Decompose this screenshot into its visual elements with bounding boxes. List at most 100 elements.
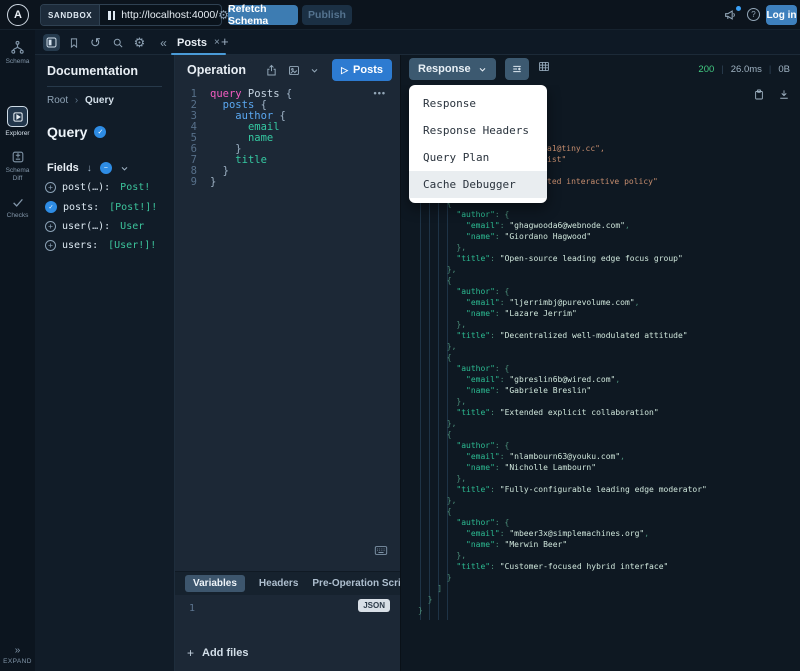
endpoint-url[interactable]: http://localhost:4000/ [121, 9, 218, 21]
add-files-button[interactable]: + Add files [175, 635, 400, 671]
operation-menu-icon[interactable]: ••• [374, 88, 386, 98]
plus-icon: + [187, 646, 195, 660]
json-line: } [427, 595, 433, 604]
json-line: { [446, 276, 452, 285]
json-line: "email": "ljerrimbj@purevolume.com", [466, 298, 640, 307]
pause-polling-icon[interactable] [108, 10, 116, 20]
json-line: "title": "Extended explicit collaboratio… [456, 408, 659, 417]
bottom-tab-variables[interactable]: Variables [185, 575, 245, 592]
format-response-icon[interactable] [505, 58, 529, 80]
explorer-settings-gear-icon[interactable]: ⚙ [131, 34, 148, 51]
collapse-panel-icon[interactable]: « [155, 34, 172, 51]
apollo-logo[interactable]: A [7, 4, 29, 26]
collapse-fields-chevron-icon[interactable] [120, 164, 129, 173]
bottom-tab-headers[interactable]: Headers [259, 578, 298, 589]
sidebar-item-checks[interactable]: Checks [0, 195, 35, 220]
json-line: "author": { [456, 287, 510, 296]
download-response-icon[interactable] [778, 88, 790, 101]
json-line: "title": "Decentralized well-modulated a… [456, 331, 688, 340]
code-line: 2 posts { [190, 99, 267, 111]
sidebar-item-schema-diff[interactable]: Schema Diff [0, 150, 35, 183]
json-line: ] [437, 584, 443, 593]
code-line: 8 } [190, 165, 229, 177]
operation-panel: Operation ▷ Posts 1 query Posts {2 posts … [175, 55, 400, 671]
run-history-icon[interactable]: ↺ [87, 34, 104, 51]
breadcrumb: Root › Query [35, 87, 174, 106]
field-row-user[interactable]: + user(…): User [35, 217, 174, 236]
search-icon[interactable] [109, 34, 126, 51]
keyboard-shortcuts-icon[interactable] [374, 545, 388, 556]
json-line: "email": "gbreslin6b@wired.com", [466, 375, 621, 384]
json-line: }, [446, 496, 457, 505]
json-line: }, [446, 342, 457, 351]
json-line: "name": "Giordano Hagwood" [466, 232, 592, 241]
json-line: "email": "ghagwooda6@webnode.com", [466, 221, 630, 230]
json-line: "title": "Fully-configurable leading edg… [456, 485, 707, 494]
field-selected-check-icon[interactable]: ✓ [45, 201, 57, 213]
expand-chevrons-icon: » [14, 645, 21, 656]
new-tab-button[interactable]: + [221, 34, 229, 49]
operation-code-editor[interactable]: 1 query Posts {2 posts {3 author {4 email… [175, 85, 400, 571]
variables-editor[interactable]: 1 JSON [175, 595, 400, 635]
add-field-icon[interactable]: + [45, 221, 56, 232]
field-row-users[interactable]: + users: [User!]! [35, 236, 174, 255]
publish-button[interactable]: Publish [302, 5, 352, 25]
schema-diff-icon [0, 150, 35, 164]
endpoint-url-bar[interactable]: SANDBOX http://localhost:4000/ ⚙ [40, 4, 229, 26]
operation-bottom-tabs: VariablesHeadersPre-Operation ScriptPost… [175, 571, 400, 595]
close-tab-icon[interactable]: × [214, 37, 220, 48]
add-field-icon[interactable]: + [45, 240, 56, 251]
run-options-chevron-icon[interactable] [310, 66, 319, 75]
json-line: } [418, 606, 423, 615]
app: { "topbar": { "logo_letter": "A", "sandb… [0, 0, 800, 671]
top-bar: A SANDBOX http://localhost:4000/ ⚙ Refet… [0, 0, 800, 30]
add-field-icon[interactable]: + [45, 182, 56, 193]
explorer-toolbar: ↺ ⚙ « Posts × + [35, 30, 800, 55]
help-icon[interactable]: ? [747, 8, 760, 21]
dropdown-item-response[interactable]: Response [409, 90, 547, 117]
json-mode-badge[interactable]: JSON [358, 599, 390, 612]
sidebar-item-schema[interactable]: Schema [0, 40, 35, 66]
dropdown-item-response-headers[interactable]: Response Headers [409, 117, 547, 144]
sidebar-item-explorer[interactable]: Explorer [0, 106, 35, 138]
json-line: "title": "Open-source leading edge focus… [456, 254, 683, 263]
announcements-icon[interactable] [723, 8, 737, 22]
checks-icon [0, 195, 35, 209]
field-row-post[interactable]: + post(…): Post! [35, 178, 174, 197]
schema-branch-icon [0, 40, 35, 55]
sort-arrow-icon[interactable]: ↓ [87, 163, 92, 174]
saved-operations-bookmark-icon[interactable] [65, 34, 82, 51]
json-line: "author": { [456, 441, 510, 450]
dropdown-item-query-plan[interactable]: Query Plan [409, 144, 547, 171]
json-line: "author": { [456, 518, 510, 527]
field-row-posts[interactable]: ✓ posts: [Post!]! [35, 197, 174, 217]
table-view-icon[interactable] [537, 60, 551, 73]
breadcrumb-root[interactable]: Root [47, 95, 68, 106]
dropdown-item-cache-debugger[interactable]: Cache Debugger [409, 171, 547, 198]
type-selected-check-icon: ✓ [94, 126, 107, 138]
json-line: { [446, 430, 452, 439]
json-line: "title": "Customer-focused hybrid interf… [456, 562, 669, 571]
json-line: "name": "Merwin Beer" [466, 540, 568, 549]
json-line: }, [446, 419, 457, 428]
json-line: "name": "Lazare Jerrim" [466, 309, 577, 318]
run-operation-button[interactable]: ▷ Posts [332, 59, 392, 81]
copy-response-icon[interactable] [753, 88, 765, 101]
response-json-viewer[interactable]: {"data": {"posts": [{"author": {a1@tiny.… [401, 85, 800, 671]
bottom-tab-pre-operation-script[interactable]: Pre-Operation Script [312, 578, 400, 589]
documentation-panel: Documentation Root › Query Query ✓ Field… [35, 55, 175, 671]
share-operation-icon[interactable] [265, 64, 278, 77]
documentation-panel-icon[interactable] [43, 34, 60, 51]
json-line: "author": { [456, 364, 510, 373]
refetch-schema-button[interactable]: Refetch Schema [228, 3, 298, 27]
operation-title: Operation [187, 63, 247, 77]
media-export-icon[interactable] [287, 64, 301, 77]
code-line: 3 author { [190, 110, 286, 122]
login-button[interactable]: Log in [766, 5, 797, 25]
expand-sidebar-button[interactable]: » EXPAND [0, 645, 35, 666]
type-heading: Query [47, 124, 88, 140]
sandbox-badge: SANDBOX [41, 5, 101, 25]
tab-posts[interactable]: Posts × [171, 30, 226, 55]
response-view-selector[interactable]: Response [409, 58, 496, 80]
filter-minus-icon[interactable]: − [99, 162, 112, 174]
